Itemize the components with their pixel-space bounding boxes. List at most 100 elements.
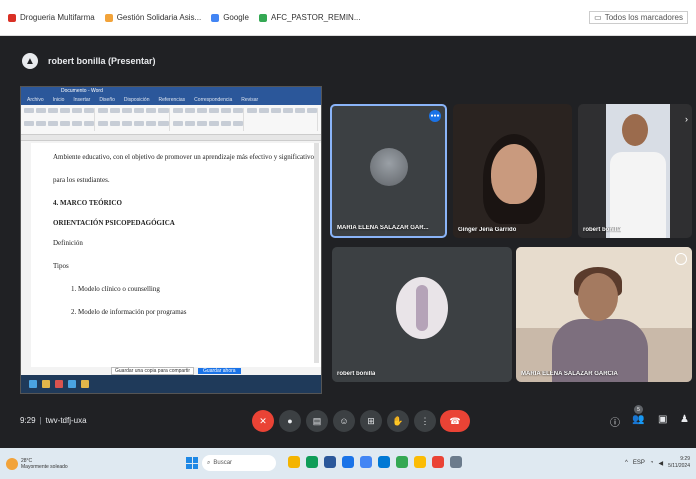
wifi-icon[interactable]: ◔: [650, 460, 654, 466]
ribbon-group: [98, 108, 170, 131]
participant-tile[interactable]: robert bonilla: [332, 247, 512, 382]
emoji-button[interactable]: ☺: [333, 410, 355, 432]
document-scrollbar[interactable]: [314, 143, 319, 363]
shared-screen[interactable]: Documento - Word Archivo Inicio Insertar…: [20, 86, 322, 394]
meeting-info: 9:29 | twv-tdfj-uxa: [20, 416, 87, 425]
doc-line: Tipos: [53, 262, 69, 270]
captions-button[interactable]: ▤: [306, 410, 328, 432]
leave-call-button[interactable]: ☎: [440, 410, 470, 432]
edge-icon[interactable]: [342, 456, 354, 468]
avatar: [396, 277, 448, 339]
chrome-icon[interactable]: [360, 456, 372, 468]
clock-time: 9:29: [680, 456, 690, 462]
clock-date: 5/11/2024: [668, 463, 690, 469]
app-icon[interactable]: [432, 456, 444, 468]
search-icon: ⌕: [207, 459, 211, 466]
clock[interactable]: 9:29 5/11/2024: [668, 456, 690, 470]
bookmark-label: Gestión Solidaria Asis...: [116, 13, 202, 22]
taskbar-search[interactable]: ⌕ Buscar: [202, 455, 276, 471]
meeting-time: 9:29: [20, 416, 36, 425]
bookmarks-bar: Drogueria Multifarma Gestión Solidaria A…: [0, 0, 696, 36]
camera-icon: ●: [287, 416, 293, 426]
weather-widget[interactable]: 28°C Mayormente soleado: [6, 457, 68, 470]
chevron-up-icon[interactable]: ^: [625, 460, 628, 466]
all-bookmarks-label: Todos los marcadores: [604, 13, 683, 22]
ribbon-group: [246, 108, 318, 131]
word-tab: Insertar: [73, 97, 91, 103]
raise-hand-button[interactable]: ✋: [387, 410, 409, 432]
participant-name: MARIA ELENA SALAZAR GAR...: [337, 225, 429, 231]
taskbar-apps: [288, 456, 462, 468]
emoji-icon: ☺: [339, 416, 349, 426]
mail-icon[interactable]: [378, 456, 390, 468]
doc-heading: 4. MARCO TEÓRICO: [53, 199, 122, 207]
activities-icon: ♟: [680, 414, 689, 425]
more-participants-icon[interactable]: ›: [685, 114, 688, 124]
bookmark-gestion[interactable]: Gestión Solidaria Asis...: [104, 13, 202, 22]
participant-tile[interactable]: ●●● MARIA ELENA SALAZAR GAR...: [330, 104, 447, 238]
participant-name: MARIA ELENA SALAZAR GARCIA: [521, 371, 618, 377]
weather-icon: [6, 457, 18, 470]
app-icon[interactable]: [396, 456, 408, 468]
word-icon[interactable]: [324, 456, 336, 468]
camera-button[interactable]: ●: [279, 410, 301, 432]
ribbon-group: [172, 108, 244, 131]
word-ruler: [21, 135, 321, 141]
bookmark-icon: [258, 13, 267, 22]
chat-button[interactable]: ▣: [658, 414, 667, 425]
mic-off-button[interactable]: ✕: [252, 410, 274, 432]
participant-tile[interactable]: MARIA ELENA SALAZAR GARCIA: [516, 247, 692, 382]
app-icon[interactable]: [306, 456, 318, 468]
video-feed: [578, 273, 618, 321]
document-page: Ambiente educativo, con el objetivo de p…: [31, 143, 321, 367]
bookmark-drogueria[interactable]: Drogueria Multifarma: [8, 13, 95, 22]
activities-button[interactable]: ♟: [680, 414, 689, 425]
people-button[interactable]: 5 👥: [632, 405, 644, 425]
save-notice: Guardar una copia para compartir Guardar…: [111, 366, 241, 375]
word-tab: Referencias: [158, 97, 186, 103]
participant-name: Ginger Jeria Garrido: [458, 227, 517, 233]
bookmark-google[interactable]: Google: [211, 13, 249, 22]
language-indicator[interactable]: ESP: [633, 460, 645, 466]
word-title-bar: Documento - Word: [21, 87, 321, 95]
app-icon[interactable]: [288, 456, 300, 468]
info-button[interactable]: ⓘ: [610, 414, 620, 429]
video-feed: [491, 144, 537, 204]
more-vert-icon: ⋮: [420, 415, 430, 426]
info-icon: ⓘ: [610, 418, 620, 429]
doc-list-item: 1. Modelo clínico o counselling: [71, 285, 160, 293]
system-tray: ^ ESP ◔ ◀ 9:29 5/11/2024: [625, 456, 690, 470]
present-icon: ⊞: [367, 415, 375, 426]
captions-icon: ▤: [312, 415, 322, 426]
start-button[interactable]: [186, 457, 198, 469]
pin-icon[interactable]: [675, 253, 687, 265]
presenter-icon: ▲: [22, 53, 38, 69]
bookmark-label: Google: [223, 13, 249, 22]
word-tab: Archivo: [27, 97, 44, 103]
word-tab: Diseño: [99, 97, 115, 103]
participant-name: robert bonilla: [337, 371, 376, 377]
present-button[interactable]: ⊞: [360, 410, 382, 432]
doc-line: para los estudiantes.: [53, 176, 110, 184]
app-icon[interactable]: [450, 456, 462, 468]
folder-icon[interactable]: [414, 456, 426, 468]
bookmark-icon: [104, 13, 113, 22]
more-options-button[interactable]: ⋮: [414, 410, 436, 432]
mic-off-icon: ✕: [259, 415, 267, 426]
video-feed: [610, 152, 666, 238]
weather-desc: Mayormente soleado: [21, 463, 68, 470]
avatar: [370, 148, 408, 186]
word-ribbon-tabs: Archivo Inicio Insertar Diseño Disposici…: [21, 95, 321, 105]
participant-tile[interactable]: › robert bonilla: [578, 104, 692, 238]
participant-tile[interactable]: Ginger Jeria Garrido: [453, 104, 572, 238]
volume-icon[interactable]: ◀: [659, 460, 664, 467]
bookmark-afc[interactable]: AFC_PASTOR_REMIN...: [258, 13, 360, 22]
word-tab: Correspondencia: [194, 97, 233, 103]
all-bookmarks-button[interactable]: ▭ Todos los marcadores: [589, 11, 688, 24]
bookmark-label: Drogueria Multifarma: [20, 13, 95, 22]
save-notice-label: Guardar una copia para compartir: [111, 366, 195, 375]
save-now-button[interactable]: Guardar ahora: [198, 367, 241, 374]
doc-subheading: ORIENTACIÓN PSICOPEDAGÓGICA: [53, 219, 175, 227]
hangup-icon: ☎: [449, 415, 461, 426]
chat-icon: ▣: [658, 414, 668, 425]
